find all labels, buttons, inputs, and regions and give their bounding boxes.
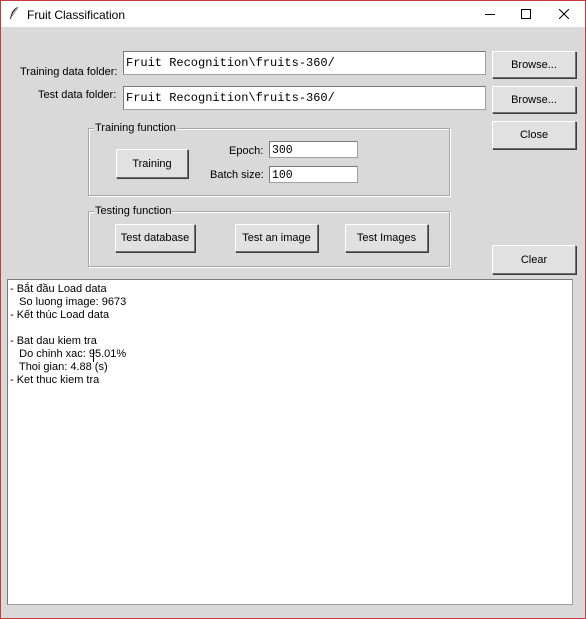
log-line: - Bắt đầu Load data: [10, 283, 107, 295]
log-line: - Ket thuc kiem tra: [10, 374, 100, 386]
test-images-button[interactable]: Test Images: [345, 224, 428, 252]
window-title: Fruit Classification: [27, 8, 126, 22]
text-cursor: [93, 349, 94, 362]
clear-button[interactable]: Clear: [492, 245, 576, 274]
maximize-icon: [521, 9, 531, 19]
test-an-image-button[interactable]: Test an image: [235, 224, 318, 252]
training-group-title: Training function: [94, 122, 177, 134]
test-folder-label: Test data folder:: [38, 89, 117, 101]
maximize-button[interactable]: [509, 1, 543, 27]
log-line: Do chinh xac: 95.01%: [10, 348, 127, 360]
browse-training-button[interactable]: Browse...: [492, 51, 576, 78]
close-window-button[interactable]: [547, 1, 581, 27]
browse-test-button[interactable]: Browse...: [492, 86, 576, 113]
close-icon: [559, 9, 569, 19]
title-bar: Fruit Classification: [1, 1, 585, 27]
epoch-label: Epoch:: [229, 145, 264, 157]
minimize-button[interactable]: [473, 1, 507, 27]
training-folder-input[interactable]: Fruit Recognition\fruits-360/: [123, 51, 486, 75]
log-output-textarea[interactable]: - Bắt đầu Load data So luong image: 9673…: [7, 279, 573, 605]
feather-icon: [10, 6, 19, 19]
batch-size-input[interactable]: 100: [269, 166, 358, 183]
training-button[interactable]: Training: [116, 149, 188, 178]
log-line: - Kết thúc Load data: [10, 309, 110, 321]
close-button[interactable]: Close: [492, 121, 576, 149]
test-folder-input[interactable]: Fruit Recognition\fruits-360/: [123, 86, 486, 110]
batch-size-label: Batch size:: [210, 169, 264, 181]
testing-group-title: Testing function: [94, 205, 173, 217]
log-line: Thoi gian: 4.88 (s): [10, 361, 108, 373]
log-line: - Bat dau kiem tra: [10, 335, 97, 347]
epoch-input[interactable]: 300: [269, 141, 358, 158]
test-database-button[interactable]: Test database: [115, 224, 195, 252]
main-panel: Training data folder: Fruit Recognition\…: [1, 27, 585, 618]
minimize-icon: [485, 14, 495, 15]
log-line: So luong image: 9673: [10, 296, 127, 308]
training-folder-label: Training data folder:: [20, 66, 118, 78]
